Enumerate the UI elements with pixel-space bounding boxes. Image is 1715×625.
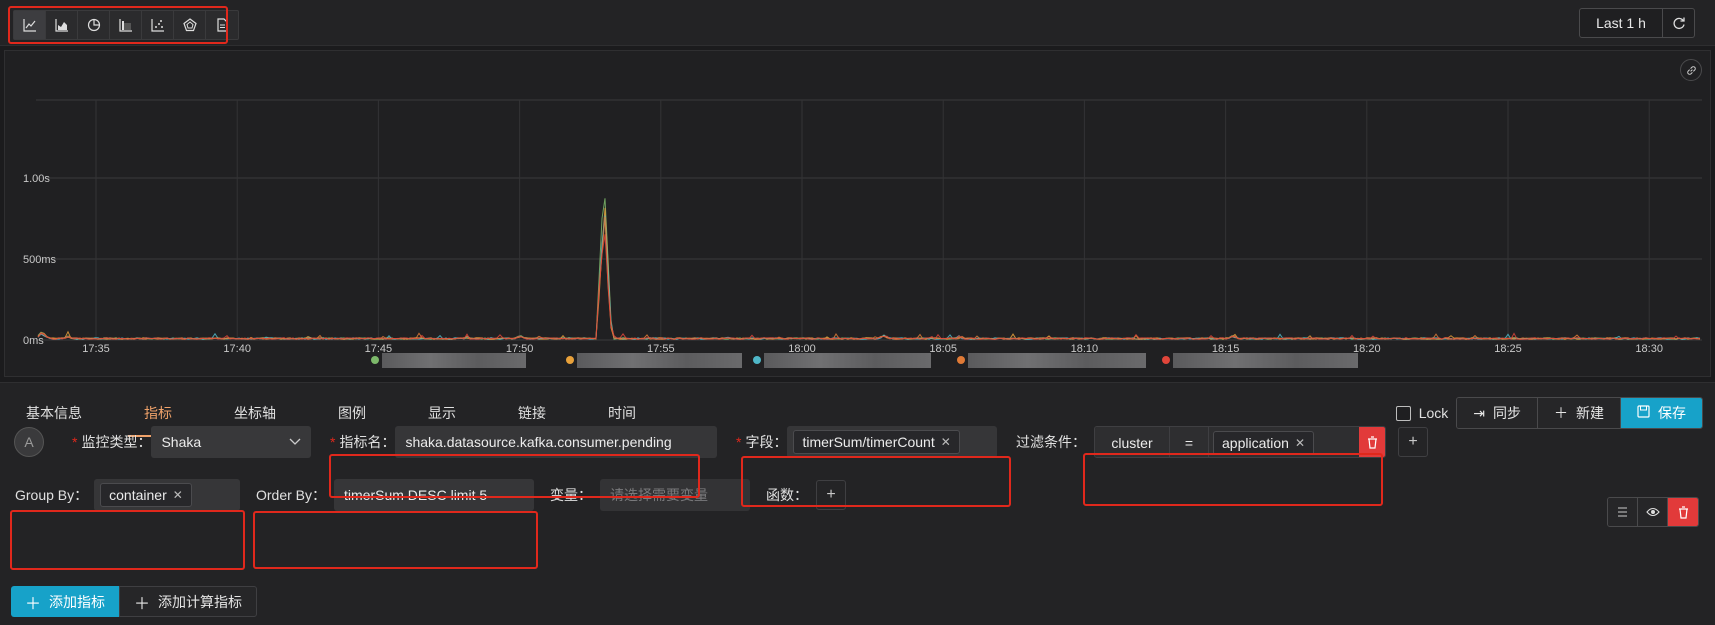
- legend-item[interactable]: [957, 352, 1146, 368]
- time-series-chart: 1.00s500ms0ms17:35 17:40 17:45 17:50 17:55 18…: [23, 99, 1702, 355]
- legend-label-redacted: [577, 352, 742, 368]
- field-label: * 字段：: [736, 434, 788, 450]
- x-tick-label: 17:40: [223, 343, 251, 355]
- field-select[interactable]: timerSum/timerCount ✕: [787, 426, 998, 458]
- metric-name-label: * 指标名：: [330, 434, 396, 450]
- legend-label-redacted: [968, 352, 1146, 368]
- legend-item[interactable]: [371, 352, 526, 368]
- x-tick-label: 18:05: [929, 343, 957, 355]
- field-row: * 字段： timerSum/timerCount ✕: [736, 426, 998, 458]
- add-metric-button[interactable]: ＋ 添加指标: [11, 586, 120, 617]
- legend-color-dot: [566, 356, 574, 364]
- legend-item[interactable]: [566, 352, 742, 368]
- monitor-type-select[interactable]: Shaka: [151, 426, 312, 458]
- list-icon[interactable]: [1608, 498, 1638, 526]
- filter-value-tag: application ✕: [1213, 431, 1314, 455]
- filter-operator[interactable]: =: [1169, 427, 1209, 457]
- legend-label-redacted: [1173, 352, 1358, 368]
- close-icon[interactable]: ✕: [1295, 436, 1305, 450]
- x-tick-label: 17:35: [82, 343, 110, 355]
- legend-color-dot: [753, 356, 761, 364]
- plus-icon: ＋: [134, 595, 151, 613]
- new-label: 新建: [1576, 405, 1604, 421]
- field-label-text: 字段：: [745, 434, 788, 450]
- series-line: [37, 198, 1701, 340]
- x-tick-label: 18:25: [1494, 343, 1522, 355]
- plus-icon: ＋: [25, 595, 42, 613]
- series-line: [37, 234, 1701, 340]
- add-calc-metric-button[interactable]: ＋ 添加计算指标: [119, 586, 258, 617]
- legend-item[interactable]: [753, 352, 931, 368]
- query-tools: [1607, 497, 1699, 527]
- trash-icon[interactable]: [1359, 427, 1385, 457]
- x-tick-label: 18:30: [1635, 343, 1663, 355]
- function-label: 函数：: [766, 487, 809, 503]
- legend-color-dot: [1162, 356, 1170, 364]
- y-tick-label: 500ms: [23, 254, 57, 266]
- editor-actions: Lock ⇥ 同步 ＋ 新建 保存: [1395, 397, 1703, 429]
- legend-label-redacted: [764, 352, 931, 368]
- eye-icon[interactable]: [1638, 498, 1668, 526]
- plus-icon: ＋: [1554, 405, 1568, 421]
- field-tag: timerSum/timerCount ✕: [793, 430, 960, 454]
- series-line: [37, 207, 1701, 340]
- group-by-row: Group By： container ✕: [15, 479, 241, 511]
- group-by-label: Group By：: [15, 487, 89, 503]
- sync-button[interactable]: ⇥ 同步: [1457, 398, 1538, 428]
- metric-name-row: * 指标名： shaka.datasource.kafka.consumer.pe…: [330, 426, 718, 458]
- filter-value-select[interactable]: application ✕: [1209, 427, 1359, 457]
- series-line: [37, 216, 1701, 340]
- series-line: [37, 215, 1701, 340]
- sync-icon: ⇥: [1473, 404, 1485, 421]
- y-tick-label: 1.00s: [23, 173, 50, 185]
- filter-row: 过滤条件： cluster = application ✕ +: [1016, 426, 1428, 458]
- chevron-down-icon: [289, 438, 301, 445]
- editor-tabs: 基本信息 指标 坐标轴 图例 显示 链接 时间: [10, 403, 682, 437]
- action-buttons: ⇥ 同步 ＋ 新建 保存: [1456, 397, 1703, 429]
- add-metric-buttons: ＋ 添加指标 ＋ 添加计算指标: [11, 586, 258, 617]
- monitor-type-value: Shaka: [161, 434, 202, 450]
- group-by-tag-label: container: [109, 487, 167, 503]
- group-by-select[interactable]: container ✕: [94, 479, 241, 511]
- filter-condition: cluster = application ✕: [1094, 426, 1386, 458]
- monitor-type-label-text: 监控类型：: [81, 434, 152, 450]
- add-function-button[interactable]: +: [816, 480, 847, 510]
- y-tick-label: 0ms: [23, 335, 44, 347]
- legend-color-dot: [957, 356, 965, 364]
- add-calc-metric-label: 添加计算指标: [158, 593, 243, 610]
- order-by-row: Order By： timerSum DESC limit 5 变量： 请选择需…: [256, 479, 847, 511]
- metric-editor: 基本信息 指标 坐标轴 图例 显示 链接 时间 Lock ⇥ 同步 ＋ 新建 保…: [0, 382, 1715, 625]
- lock-label: Lock: [1418, 405, 1449, 421]
- legend-color-dot: [371, 356, 379, 364]
- new-button[interactable]: ＋ 新建: [1538, 398, 1621, 428]
- field-tag-label: timerSum/timerCount: [802, 434, 935, 450]
- order-by-label: Order By：: [256, 487, 327, 503]
- lock-toggle[interactable]: Lock: [1395, 405, 1449, 421]
- save-button[interactable]: 保存: [1621, 398, 1702, 428]
- filter-value-label: application: [1222, 435, 1289, 451]
- metric-name-input[interactable]: shaka.datasource.kafka.consumer.pending: [395, 426, 718, 458]
- variable-label: 变量：: [550, 487, 593, 503]
- add-filter-button[interactable]: +: [1398, 427, 1428, 457]
- query-avatar: A: [14, 427, 44, 457]
- group-by-tag: container ✕: [100, 483, 192, 507]
- filter-label: 过滤条件：: [1016, 434, 1086, 450]
- trash-icon[interactable]: [1668, 498, 1698, 526]
- query-row-1: A * 监控类型： Shaka: [14, 426, 312, 458]
- close-icon[interactable]: ✕: [173, 488, 183, 502]
- order-by-input[interactable]: timerSum DESC limit 5: [334, 479, 535, 511]
- sync-label: 同步: [1493, 405, 1521, 421]
- save-label: 保存: [1658, 405, 1686, 421]
- add-metric-label: 添加指标: [49, 593, 106, 610]
- save-icon: [1637, 405, 1650, 421]
- monitor-type-label: * 监控类型：: [72, 434, 152, 450]
- metric-name-label-text: 指标名：: [339, 434, 396, 450]
- filter-key[interactable]: cluster: [1095, 427, 1169, 457]
- legend-label-redacted: [382, 352, 526, 368]
- lock-checkbox[interactable]: [1395, 405, 1411, 421]
- legend-item[interactable]: [1162, 352, 1358, 368]
- close-icon[interactable]: ✕: [941, 435, 951, 449]
- variable-select[interactable]: 请选择需要变量: [600, 479, 751, 511]
